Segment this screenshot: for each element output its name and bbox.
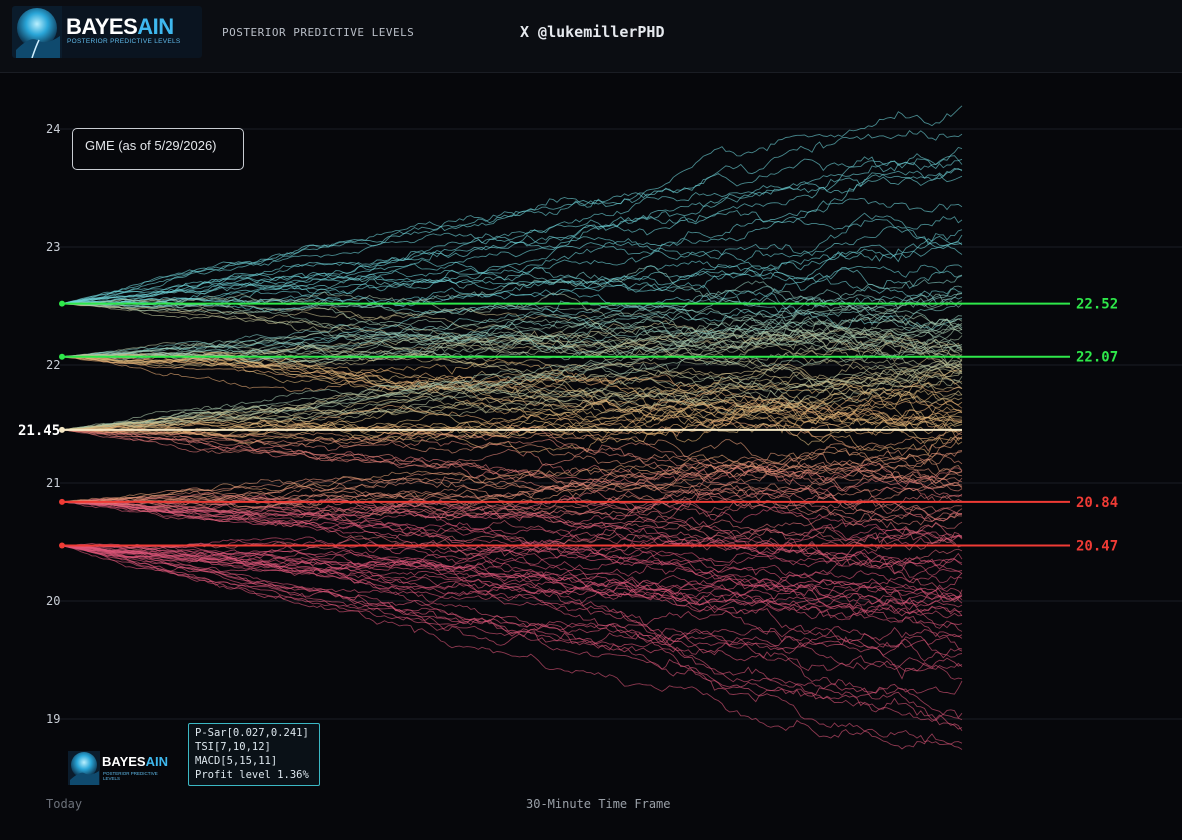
watermark-logo: BAYESAIN POSTERIOR PREDICTIVE LEVELS (68, 751, 176, 785)
info-line-profit: Profit level 1.36% (195, 769, 309, 781)
level-label: 22.52 (1076, 297, 1118, 313)
info-line-psar: P-Sar[0.027,0.241] (195, 727, 309, 739)
level-origin-dot (59, 498, 65, 505)
level-origin-dot (59, 542, 65, 549)
y-tick-label: 19 (46, 712, 60, 726)
legend-label: GME (as of 5/29/2026) (85, 138, 217, 153)
simulated-path-g4 (61, 545, 963, 659)
y-tick-label: 24 (46, 122, 60, 136)
watermark-emblem-icon (68, 751, 100, 785)
y-tick-label: 23 (46, 240, 60, 254)
watermark-tagline: POSTERIOR PREDICTIVE LEVELS (103, 771, 158, 781)
level-label: 20.47 (1076, 539, 1118, 555)
simulated-path-g4 (61, 545, 963, 680)
simulated-path-g4 (61, 545, 963, 680)
x-axis-title: 30-Minute Time Frame (526, 797, 671, 811)
posterior-paths-chart: 22.52 22.07 20.84 20.47 21.45 19 20 21 22 23 24 (18, 105, 1182, 750)
y-tick-label: 20 (46, 594, 60, 608)
x-axis-start-label: Today (46, 797, 83, 811)
indicator-info-box: P-Sar[0.027,0.241] TSI[7,10,12] MACD[5,1… (188, 723, 320, 786)
level-label: 22.07 (1076, 350, 1118, 366)
watermark-name: BAYESAIN (102, 754, 168, 769)
info-line-macd: MACD[5,15,11] (195, 755, 278, 767)
info-line-tsi: TSI[7,10,12] (195, 741, 271, 753)
y-tick-label: 21 (46, 476, 60, 490)
simulated-paths (61, 105, 963, 750)
level-label: 20.84 (1076, 495, 1118, 511)
simulated-path-g0 (61, 158, 963, 305)
y-tick-label: 22 (46, 358, 60, 372)
legend-box: GME (as of 5/29/2026) (72, 128, 244, 170)
simulated-path-g0 (61, 197, 963, 305)
current-price-label: 21.45 (18, 423, 60, 439)
level-origin-dot (59, 300, 65, 307)
